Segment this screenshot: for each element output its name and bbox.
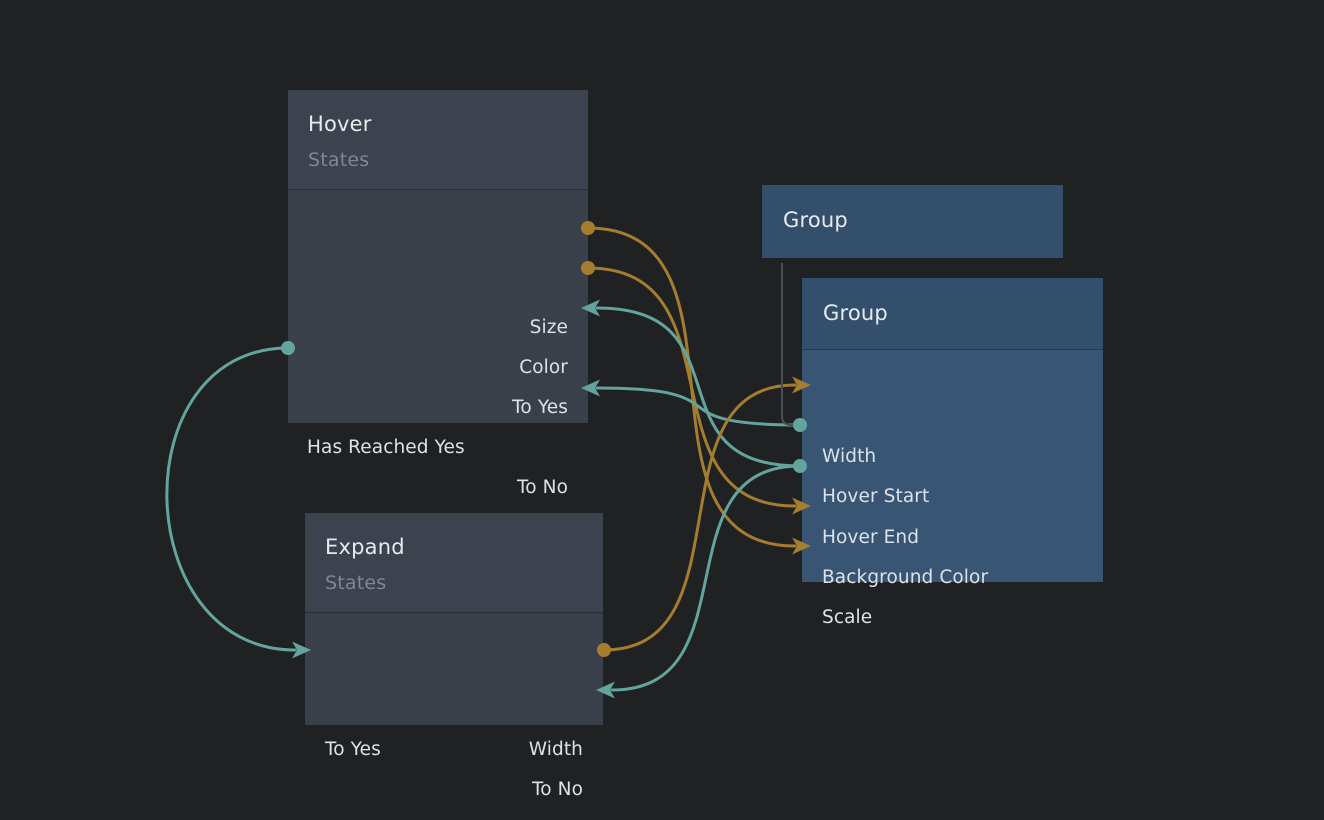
port-group-hover-end[interactable]: Hover End	[822, 525, 919, 551]
wire-group.hover_start-hover.to_no[interactable]	[597, 388, 800, 425]
port-expand-to-yes[interactable]: To Yes	[325, 737, 381, 763]
wire-layer	[0, 0, 1324, 820]
node-group-parent-title: Group	[783, 206, 848, 234]
port-group-background-color[interactable]: Background Color	[822, 565, 988, 591]
node-hover-body: Size Color To Yes Has Reached Yes To No	[288, 190, 588, 423]
node-expand-header[interactable]: Expand States	[305, 513, 603, 613]
node-expand-title: Expand	[325, 533, 405, 561]
wire-group.hover_end-expand.to_no[interactable]	[612, 466, 800, 690]
node-group[interactable]: Group Width Hover Start Hover End Backgr…	[802, 278, 1103, 582]
port-hover-has-reached-yes[interactable]: Has Reached Yes	[307, 435, 465, 461]
node-expand-body: To Yes Width To No	[305, 613, 603, 725]
port-group-hover-start[interactable]: Hover Start	[822, 484, 929, 510]
wire-hover.size-group.scale[interactable]	[588, 228, 795, 546]
node-group-title: Group	[823, 299, 888, 327]
node-expand-states[interactable]: Expand States To Yes Width To No	[305, 513, 603, 725]
node-expand-subtitle: States	[325, 569, 386, 597]
node-hover-subtitle: States	[308, 146, 369, 174]
node-group-body: Width Hover Start Hover End Background C…	[802, 350, 1103, 582]
node-hover-states[interactable]: Hover States Size Color To Yes Has Reach…	[288, 90, 588, 423]
port-group-scale[interactable]: Scale	[822, 605, 872, 631]
port-hover-to-no[interactable]: To No	[517, 475, 568, 501]
port-hover-size[interactable]: Size	[530, 315, 568, 341]
link-group_parent.out-group.hover_start[interactable]	[782, 263, 797, 425]
node-hover-header[interactable]: Hover States	[288, 90, 588, 190]
wire-expand.width-group.width[interactable]	[604, 385, 795, 650]
wire-hover.color-group.background_color[interactable]	[588, 268, 795, 506]
node-group-parent[interactable]: Group	[762, 185, 1063, 258]
node-editor-canvas[interactable]: Hover States Size Color To Yes Has Reach…	[0, 0, 1324, 820]
port-expand-to-no[interactable]: To No	[532, 777, 583, 803]
port-hover-to-yes[interactable]: To Yes	[512, 395, 568, 421]
wire-hover.has_reached_yes-expand.to_yes[interactable]	[167, 348, 295, 650]
port-expand-width[interactable]: Width	[529, 737, 583, 763]
wire-group.hover_end-hover.to_yes[interactable]	[597, 308, 800, 466]
node-group-header[interactable]: Group	[802, 278, 1103, 350]
port-hover-color[interactable]: Color	[519, 355, 568, 381]
port-group-width[interactable]: Width	[822, 444, 876, 470]
node-hover-title: Hover	[308, 110, 372, 138]
